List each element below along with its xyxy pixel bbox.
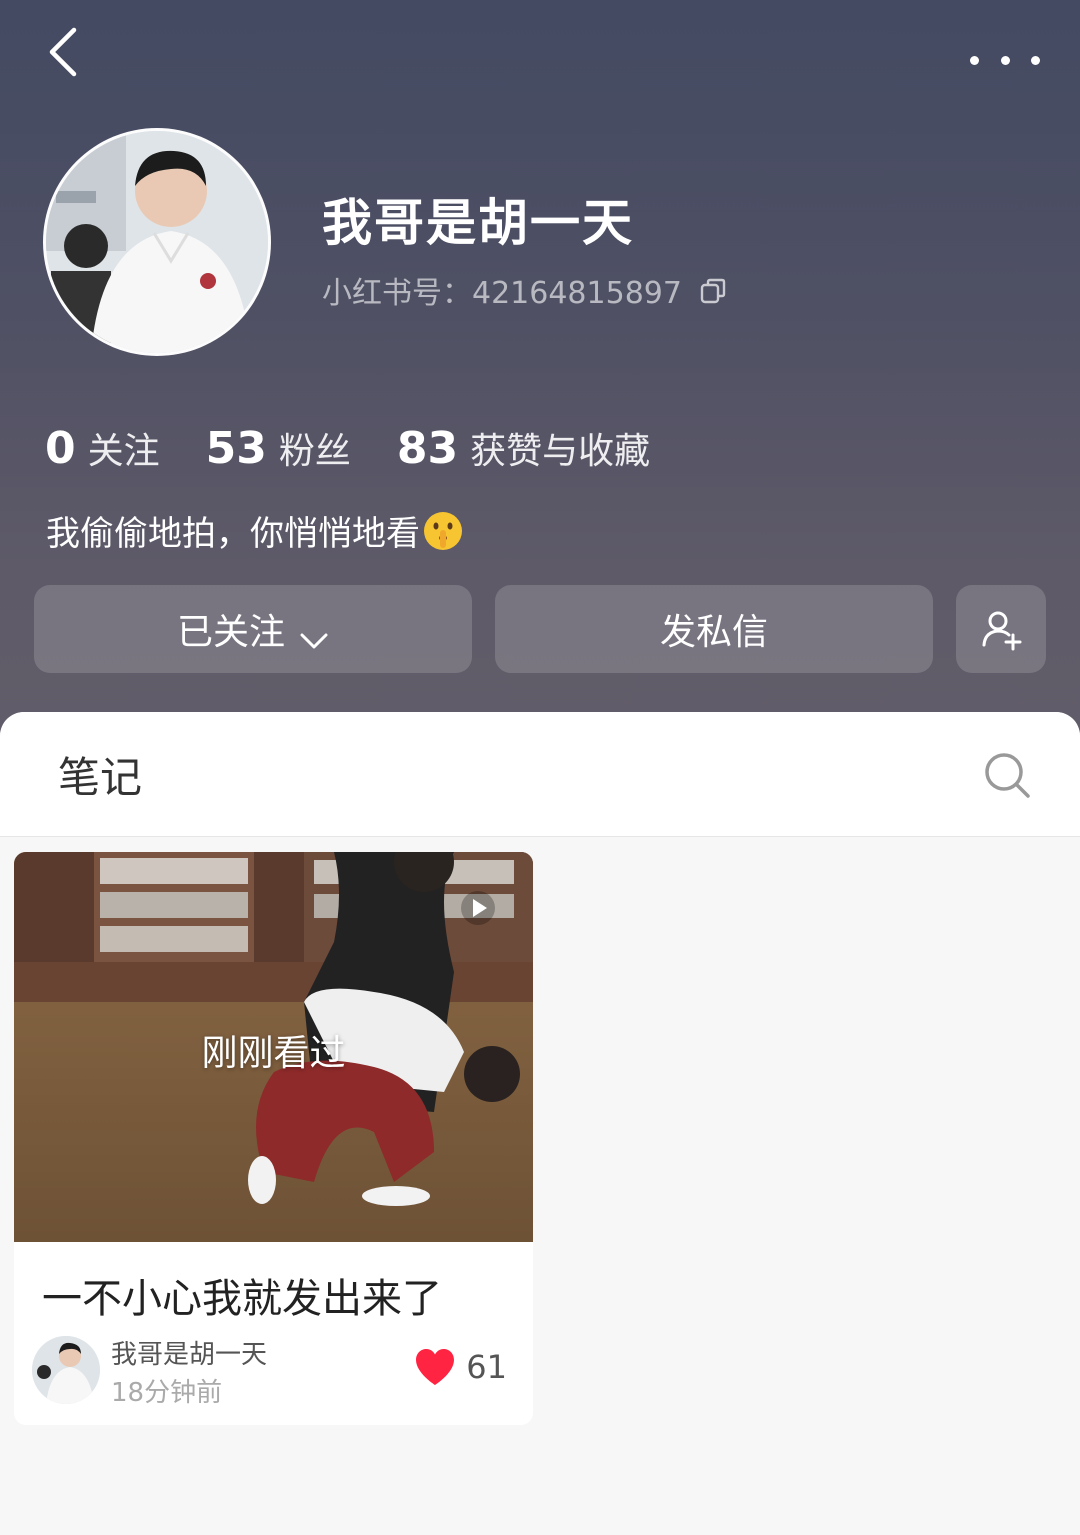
message-button[interactable]: 发私信 xyxy=(495,585,933,673)
note-cover: 刚刚看过 xyxy=(14,852,533,1242)
profile-header: 我哥是胡一天 小红书号：42164815897 0 关注 53 粉丝 83 获赞… xyxy=(0,0,1080,760)
more-icon xyxy=(970,55,979,65)
add-friend-icon xyxy=(982,611,1022,651)
heart-icon xyxy=(416,1349,455,1385)
message-label: 发私信 xyxy=(659,612,768,653)
followed-label: 已关注 xyxy=(176,612,285,653)
avatar-photo xyxy=(46,131,268,353)
more-button[interactable] xyxy=(970,40,1040,80)
search-icon xyxy=(985,753,1030,798)
likes-collects-label: 获赞与收藏 xyxy=(470,431,651,472)
add-friend-button[interactable] xyxy=(956,585,1046,673)
likes-collects-count: 83 xyxy=(396,423,459,474)
likes-collects-stat[interactable]: 83 获赞与收藏 xyxy=(397,422,650,474)
author-avatar[interactable] xyxy=(32,1336,100,1404)
note-title: 一不小心我就发出来了 xyxy=(42,1276,442,1322)
note-card[interactable]: 刚刚看过 一不小心我就发出来了 我哥是胡一天 18分钟前 61 xyxy=(14,852,533,1425)
fans-label: 粉丝 xyxy=(278,431,351,472)
following-stat[interactable]: 0 关注 xyxy=(45,422,160,474)
content-panel: 笔记 刚刚看过 一不小心我就发出来了 我哥是胡一天 18分钟前 61 xyxy=(0,712,1080,1535)
recently-viewed-label: 刚刚看过 xyxy=(201,1033,346,1074)
copy-icon[interactable] xyxy=(700,277,726,304)
red-id: 小红书号：42164815897 xyxy=(322,276,682,311)
avatar[interactable] xyxy=(43,128,271,356)
post-time: 18分钟前 xyxy=(111,1378,223,1408)
author-name[interactable]: 我哥是胡一天 xyxy=(111,1334,267,1371)
following-count: 0 xyxy=(45,423,76,474)
bio-text: 我偷偷地拍，你悄悄地看 xyxy=(46,514,420,554)
chevron-down-icon xyxy=(299,619,329,649)
play-icon xyxy=(461,891,495,925)
followed-button[interactable]: 已关注 xyxy=(34,585,472,673)
following-label: 关注 xyxy=(87,431,160,472)
like-button[interactable]: 61 xyxy=(414,1347,507,1387)
stats-row: 0 关注 53 粉丝 83 获赞与收藏 xyxy=(45,422,696,474)
shush-emoji-icon xyxy=(422,510,464,552)
fans-stat[interactable]: 53 粉丝 xyxy=(206,422,351,474)
like-count: 61 xyxy=(466,1348,507,1386)
back-button[interactable] xyxy=(42,22,92,82)
tab-bar: 笔记 xyxy=(0,712,1080,837)
tab-notes[interactable]: 笔记 xyxy=(58,744,142,805)
fans-count: 53 xyxy=(205,423,267,474)
bio: 我偷偷地拍，你悄悄地看 xyxy=(46,506,464,555)
nickname: 我哥是胡一天 xyxy=(322,194,634,252)
back-arrow-icon xyxy=(49,27,77,77)
search-button[interactable] xyxy=(982,750,1032,800)
red-id-row: 小红书号：42164815897 xyxy=(322,268,726,312)
